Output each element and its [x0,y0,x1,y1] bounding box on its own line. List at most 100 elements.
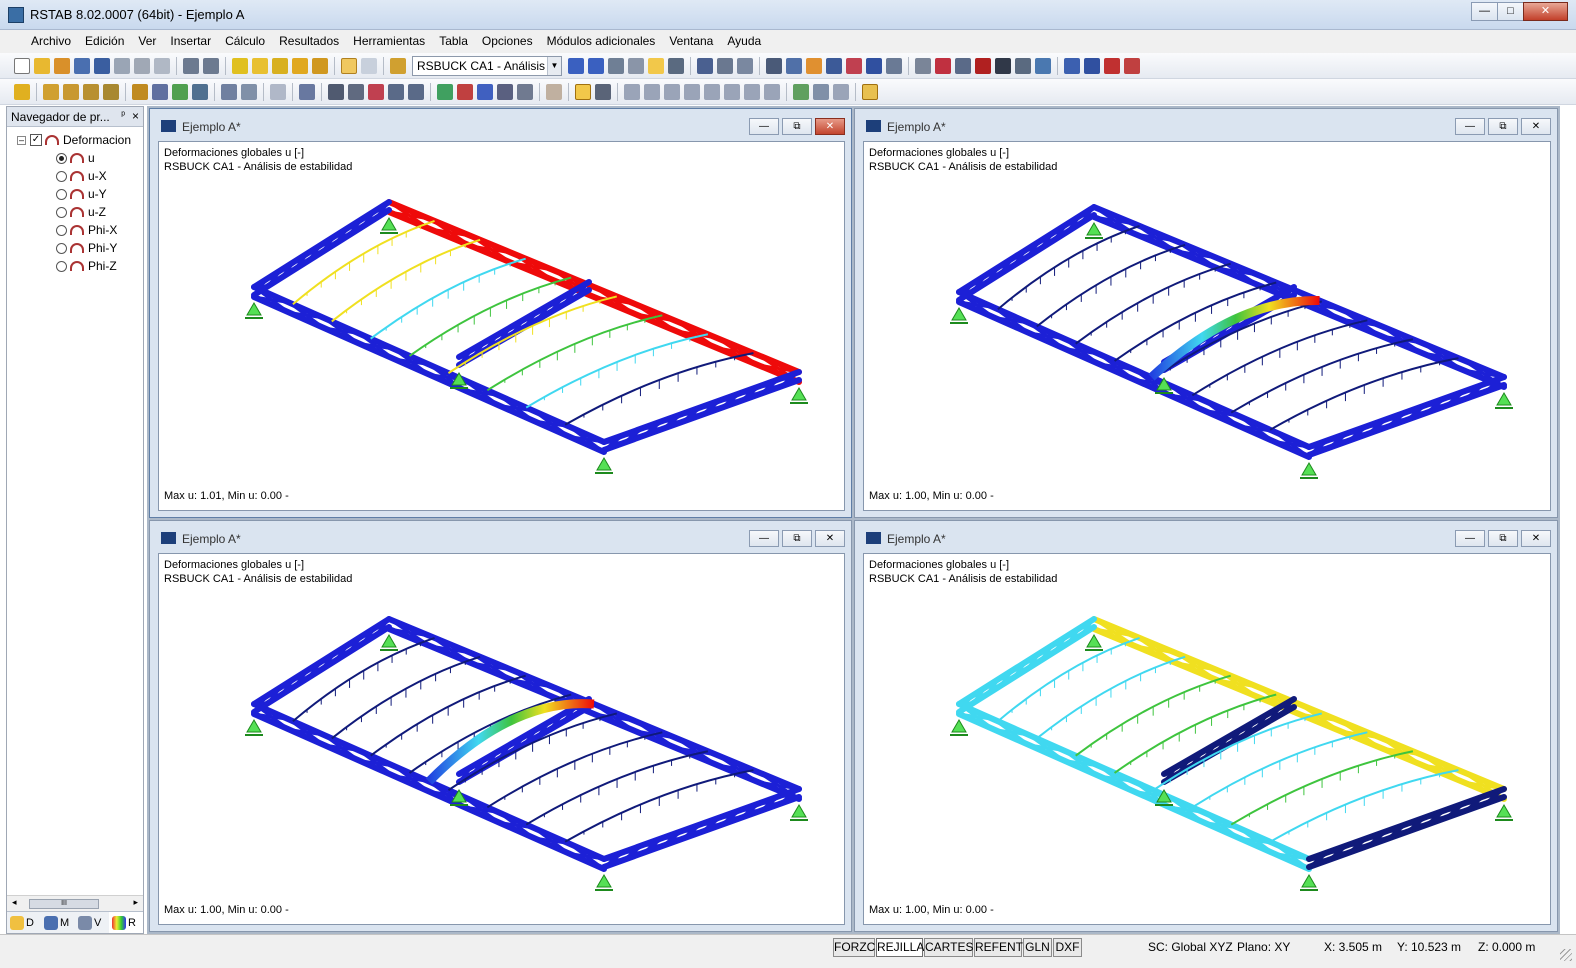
radio-u-x[interactable] [56,170,67,182]
close-button[interactable]: ✕ [1521,118,1551,135]
chevron-down-icon[interactable]: ▼ [547,56,561,75]
graphics-canvas[interactable]: Deformaciones globales u [-] RSBUCK CA1 … [158,141,845,511]
graphics-canvas[interactable]: Deformaciones globales u [-] RSBUCK CA1 … [863,141,1551,511]
result-values-icon[interactable] [668,57,684,74]
member-icon[interactable] [43,83,59,100]
menu-ayuda[interactable]: Ayuda [720,30,768,53]
axis-icon[interactable] [517,83,533,100]
calculator-icon[interactable] [1015,57,1031,74]
menu-modulos-adicionales[interactable]: Módulos adicionales [540,30,663,53]
print-preview-icon[interactable] [134,57,150,74]
tree-root-deformacion[interactable]: – ✓ Deformacion [17,131,131,149]
view-iso-x-icon[interactable] [437,83,453,100]
force-n-icon[interactable] [624,83,640,100]
panel-icon[interactable] [833,83,849,100]
radio-u[interactable] [56,152,67,164]
support-icon[interactable] [132,83,148,100]
reaction-pz-icon[interactable] [764,83,780,100]
menu-archivo[interactable]: Archivo [24,30,78,53]
tab-data[interactable]: D [7,912,41,933]
menu-edicion[interactable]: Edición [78,30,131,53]
close-icon[interactable]: × [132,109,139,123]
results-table-icon[interactable] [737,57,753,74]
target-icon[interactable] [272,57,288,74]
menu-ventana[interactable]: Ventana [662,30,720,53]
model-graphic[interactable] [864,142,1551,511]
radio-u-y[interactable] [56,188,67,200]
moment-my-icon[interactable] [704,83,720,100]
menu-opciones[interactable]: Opciones [475,30,540,53]
model-window-2[interactable]: Ejemplo A* — ⧉ ✕ Deformaciones globales … [854,108,1558,518]
scroll-thumb[interactable]: III [29,899,99,909]
radio-u-z[interactable] [56,206,67,218]
print-report-icon[interactable] [154,57,170,74]
restore-button[interactable]: ⧉ [782,530,812,547]
render-icon[interactable] [766,57,782,74]
support-reactions-icon[interactable] [595,83,611,100]
minimize-button[interactable]: — [1455,530,1485,547]
nodal-support-icon[interactable] [172,83,188,100]
save-all-icon[interactable] [74,57,90,74]
toggle-refent[interactable]: REFENT [974,938,1023,957]
graphics-canvas[interactable]: Deformaciones globales u [-] RSBUCK CA1 … [863,553,1551,925]
minimize-button[interactable]: — [749,530,779,547]
close-button[interactable]: ✕ [1523,2,1568,21]
results-filter-icon[interactable] [813,83,829,100]
model-graphic[interactable] [864,554,1551,925]
delete-icon[interactable] [975,57,991,74]
save-icon[interactable] [94,57,110,74]
view-y-icon[interactable] [846,57,862,74]
open-project-icon[interactable] [54,57,70,74]
menu-ver[interactable]: Ver [131,30,163,53]
menu-resultados[interactable]: Resultados [272,30,346,53]
menu-insertar[interactable]: Insertar [163,30,218,53]
show-results-icon[interactable] [648,57,664,74]
mirror-icon[interactable] [955,57,971,74]
print-icon[interactable] [114,57,130,74]
open-folder-icon[interactable] [34,57,50,74]
previous-icon[interactable] [568,57,584,74]
model-graphic[interactable] [159,142,845,511]
tree-item-u[interactable]: u [56,149,95,167]
restore-button[interactable]: ⧉ [782,118,812,135]
view-minus-x-icon[interactable] [497,83,513,100]
zoom-all-icon[interactable] [388,83,404,100]
menu-calculo[interactable]: Cálculo [218,30,272,53]
view-iso-icon[interactable] [886,57,902,74]
tab-results[interactable]: R [109,912,143,933]
resize-grip[interactable] [1560,949,1572,961]
restore-button[interactable]: ⧉ [1488,530,1518,547]
rotate-icon[interactable] [408,83,424,100]
table-icon[interactable] [341,57,357,74]
deformation-icon[interactable] [575,83,591,100]
dimension-icon[interactable] [292,57,308,74]
import-icon[interactable] [1084,57,1100,74]
reaction-py-icon[interactable] [744,83,760,100]
radio-phi-y[interactable] [56,242,67,254]
minimize-button[interactable]: — [749,118,779,135]
measure-icon[interactable] [915,57,931,74]
collapse-icon[interactable]: – [17,135,26,145]
tree-item-u-x[interactable]: u-X [56,167,107,185]
toggle-cartes[interactable]: CARTES [924,938,973,957]
tree-item-u-y[interactable]: u-Y [56,185,107,203]
close-button[interactable]: ✕ [1521,530,1551,547]
check-icon[interactable] [546,83,562,100]
tab-display[interactable]: M [41,912,75,933]
pan-icon[interactable] [328,83,344,100]
pdf-icon[interactable] [1104,57,1120,74]
values-icon[interactable] [628,57,644,74]
moment-mt-icon[interactable] [684,83,700,100]
results-icon[interactable] [608,57,624,74]
animation-icon[interactable] [697,57,713,74]
hinge-icon[interactable] [152,83,168,100]
new-file-icon[interactable] [14,57,30,74]
zoom-window-icon[interactable] [368,83,384,100]
toggle-rejilla[interactable]: REJILLA [876,938,924,957]
tree-item-phi-y[interactable]: Phi-Y [56,239,117,257]
loadcase-select[interactable]: RSBUCK CA1 - Análisis de e ▼ [412,55,562,76]
maximize-button[interactable]: □ [1497,2,1524,21]
toggle-dxf[interactable]: DXF [1053,938,1082,957]
scroll-left-icon[interactable]: ◂ [12,897,17,908]
loadcase-icon[interactable] [390,57,406,74]
